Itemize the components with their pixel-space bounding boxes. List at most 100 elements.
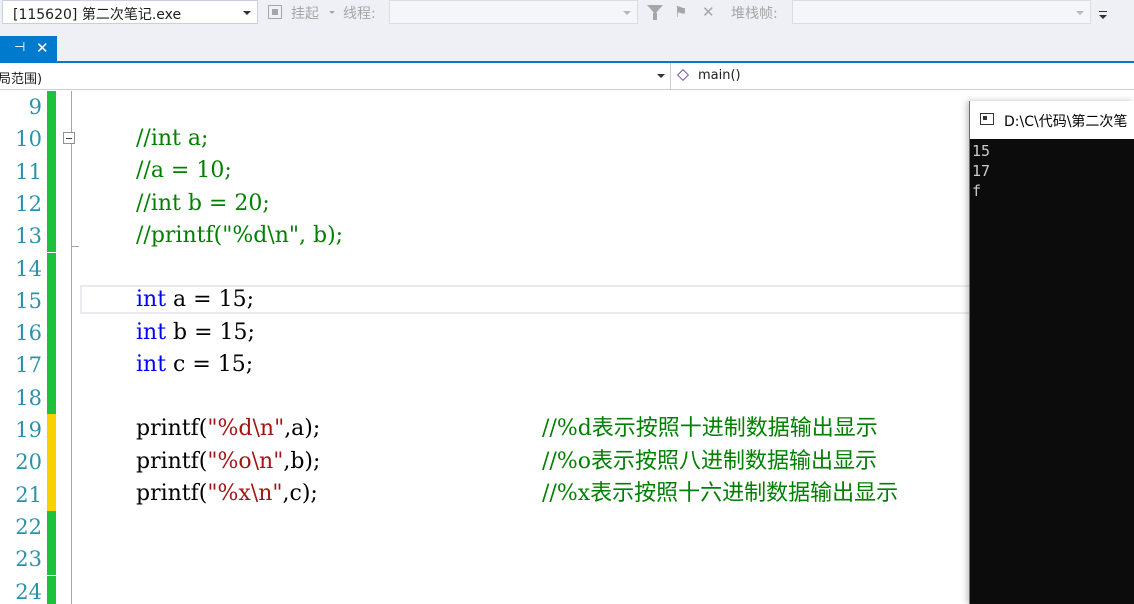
line-number: 9 xyxy=(28,95,42,119)
debug-toolbar: [115620] 第二次笔记.exe 挂起 线程: ⚑ ✕ 堆栈帧: xyxy=(0,0,1134,36)
line-number: 17 xyxy=(15,353,42,378)
change-marker xyxy=(47,478,56,511)
code-token: printf( xyxy=(136,449,208,474)
line-number: 24 xyxy=(15,579,42,604)
filter-icon[interactable] xyxy=(646,3,664,21)
line-number: 11 xyxy=(15,159,42,184)
console-output-line: 17 xyxy=(972,162,991,180)
code-token: printf( xyxy=(136,416,208,441)
code-line-13[interactable]: //printf("%d\n", b); xyxy=(136,220,343,252)
method-icon xyxy=(677,69,688,80)
code-token: ,b); xyxy=(283,449,321,474)
toolbar-overflow-icon[interactable] xyxy=(1098,11,1108,23)
console-output-line: f xyxy=(972,182,982,200)
change-marker xyxy=(47,252,56,285)
line-number: 19 xyxy=(15,418,42,442)
member-dropdown[interactable]: main() xyxy=(672,63,1134,90)
console-window[interactable]: D:\C\代码\第二次笔 15 17 f xyxy=(969,101,1134,604)
code-line-20[interactable]: printf("%o\n",b); xyxy=(136,446,320,478)
code-editor[interactable]: 9 10 11 12 13 14 15 16 17 18 19 20 21 22 23 24 //int a;… xyxy=(0,91,1134,604)
code-token: printf( xyxy=(136,481,208,506)
thread-label: 线程: xyxy=(343,6,376,22)
change-marker xyxy=(47,317,56,350)
string-token: "%d\n" xyxy=(207,416,285,441)
code-token: c = 15; xyxy=(166,352,254,377)
code-line-10[interactable]: //int a; xyxy=(136,123,208,155)
chevron-down-icon xyxy=(1076,11,1084,15)
code-line-15[interactable]: int a = 15; xyxy=(136,284,254,316)
code-line-17[interactable]: int c = 15; xyxy=(136,349,253,381)
change-marker xyxy=(47,543,56,576)
line-number: 20 xyxy=(15,450,42,475)
code-token: ,a); xyxy=(284,416,321,441)
console-output-line: 15 xyxy=(972,142,991,160)
keyword-token: int xyxy=(136,352,167,377)
change-marker xyxy=(47,220,56,253)
scope-value: 局范围) xyxy=(0,72,43,87)
change-marker xyxy=(47,349,56,382)
code-line-16[interactable]: int b = 15; xyxy=(136,317,255,349)
change-marker xyxy=(47,575,56,604)
keyword-token: int xyxy=(136,287,167,312)
change-marker xyxy=(47,155,56,188)
line-number: 15 xyxy=(15,288,42,313)
line-number: 13 xyxy=(15,224,42,249)
string-token: "%o\n" xyxy=(207,449,284,474)
line-number: 14 xyxy=(15,256,42,281)
stack-frame-label: 堆栈帧: xyxy=(731,6,778,22)
comment-line-19[interactable]: //%d表示按照十进制数据输出显示 xyxy=(542,413,878,445)
keyword-token: int xyxy=(136,320,167,345)
comment-line-20[interactable]: //%o表示按照八进制数据输出显示 xyxy=(542,446,877,478)
code-token: a = 15; xyxy=(166,287,254,312)
line-number: 21 xyxy=(15,482,42,507)
console-titlebar[interactable]: D:\C\代码\第二次笔 xyxy=(970,101,1134,139)
pin-icon[interactable]: ⊣ xyxy=(14,41,25,55)
code-line-19[interactable]: printf("%d\n",a); xyxy=(136,413,320,445)
line-number: 23 xyxy=(15,547,42,572)
code-line-21[interactable]: printf("%x\n",c); xyxy=(136,478,318,510)
change-marker xyxy=(47,91,56,124)
string-token: "%x\n" xyxy=(207,481,283,506)
flag-threads-icon[interactable]: ⚑ xyxy=(674,3,692,21)
chevron-down-icon[interactable] xyxy=(329,11,335,14)
comment-line-21[interactable]: //%x表示按照十六进制数据输出显示 xyxy=(542,478,898,510)
line-number: 10 xyxy=(15,127,42,152)
suspend-icon[interactable] xyxy=(266,3,284,21)
document-tab-strip: ⊣ ✕ xyxy=(0,36,1134,63)
member-value: main() xyxy=(698,68,741,83)
chevron-down-icon xyxy=(623,11,631,15)
change-marker xyxy=(47,187,56,221)
active-document-tab[interactable]: ⊣ ✕ xyxy=(0,36,57,63)
outline-guide-end xyxy=(72,246,79,247)
process-dropdown[interactable]: [115620] 第二次笔记.exe xyxy=(2,0,258,24)
close-icon[interactable]: ✕ xyxy=(36,39,49,57)
line-number-margin: 9 10 11 12 13 14 15 16 17 18 19 20 21 22 23 24 xyxy=(0,91,46,604)
code-token: ,c); xyxy=(282,481,318,506)
line-number: 22 xyxy=(15,514,42,539)
change-marker xyxy=(47,414,56,447)
console-app-icon xyxy=(980,113,994,125)
process-value: [115620] 第二次笔记.exe xyxy=(13,7,182,23)
navigation-bar: 局范围) main() xyxy=(0,63,1134,90)
chevron-down-icon xyxy=(657,74,665,78)
suspend-button[interactable]: 挂起 xyxy=(291,3,319,23)
change-marker xyxy=(47,510,56,544)
thread-dropdown[interactable] xyxy=(389,0,638,24)
change-marker xyxy=(47,284,56,318)
line-number: 12 xyxy=(15,191,42,216)
code-token: b = 15; xyxy=(166,320,255,345)
code-line-12[interactable]: //int b = 20; xyxy=(136,188,270,220)
scope-dropdown[interactable]: 局范围) xyxy=(0,63,671,90)
collapse-icon[interactable] xyxy=(63,132,75,144)
change-marker xyxy=(47,381,56,414)
change-marker xyxy=(47,446,56,479)
stack-frame-dropdown[interactable] xyxy=(792,0,1091,24)
code-line-11[interactable]: //a = 10; xyxy=(136,155,232,187)
chevron-down-icon xyxy=(243,11,251,15)
flag-clear-icon[interactable]: ✕ xyxy=(702,3,720,21)
line-number: 18 xyxy=(15,385,42,410)
change-marker xyxy=(47,123,56,156)
console-title: D:\C\代码\第二次笔 xyxy=(1004,114,1128,130)
console-output: 15 17 f xyxy=(972,141,990,201)
outline-guide xyxy=(71,91,72,604)
